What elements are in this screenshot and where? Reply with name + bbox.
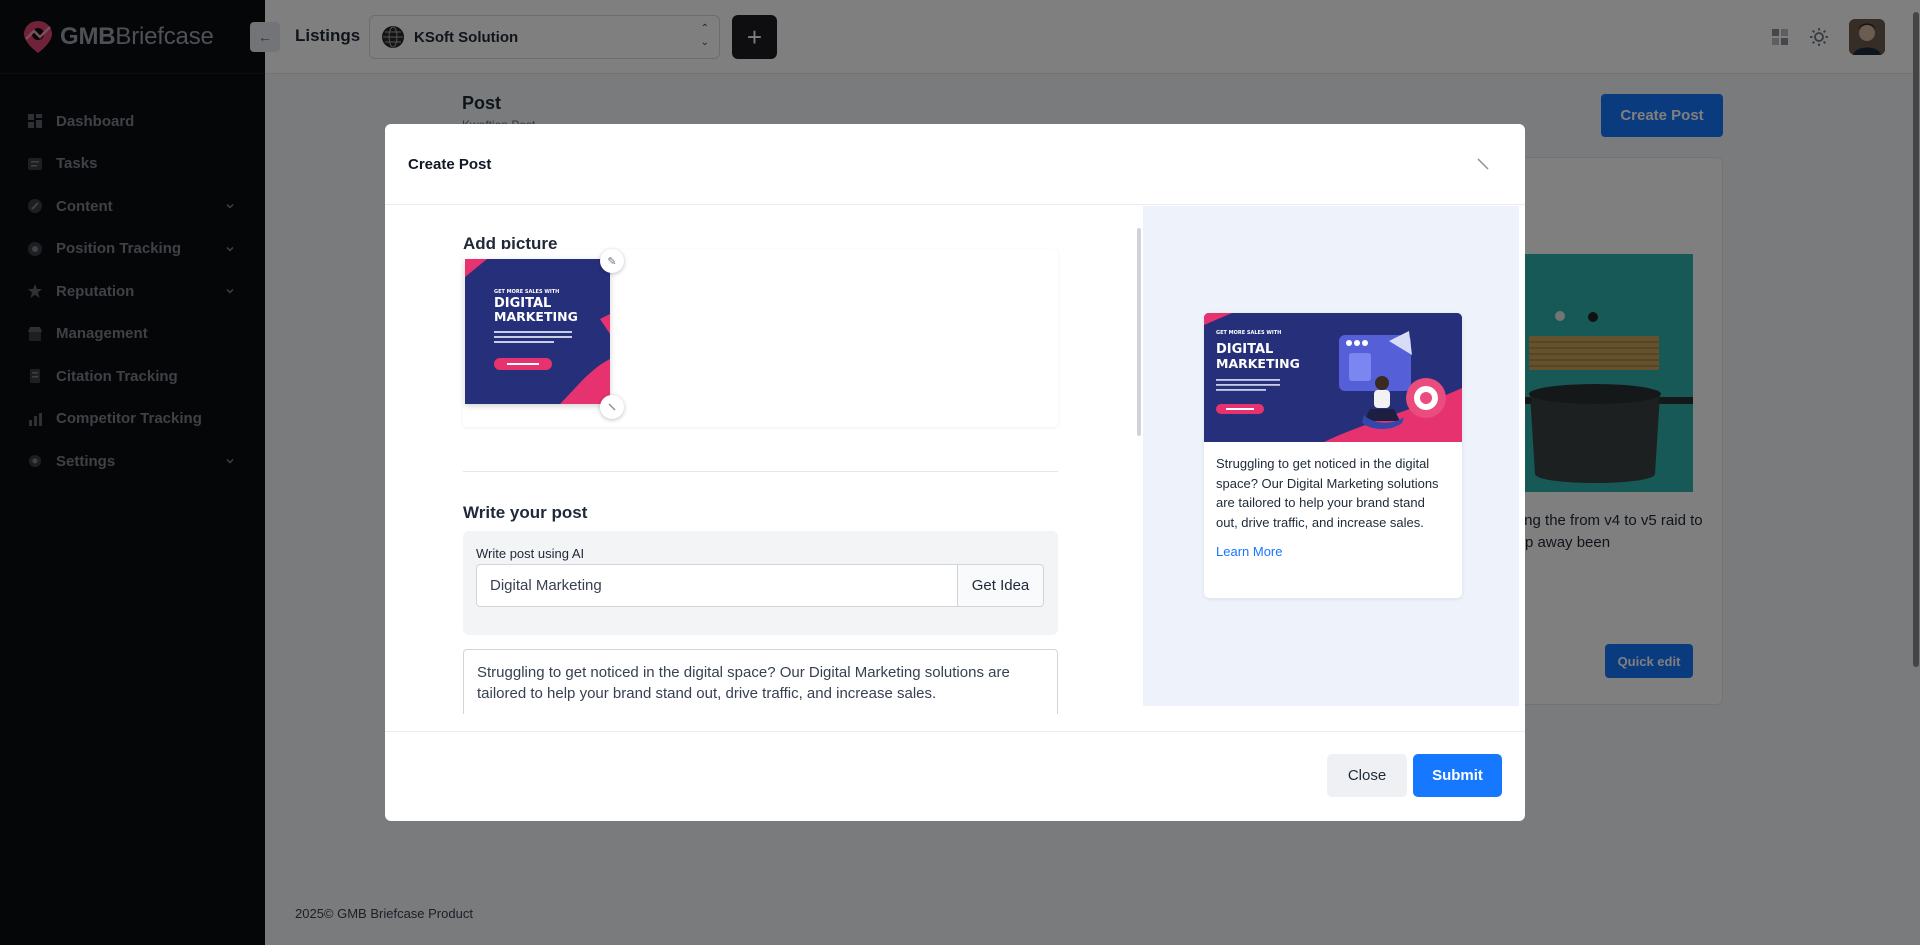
thumb-art-headline-2: MARKETING xyxy=(494,309,578,324)
modal-title: Create Post xyxy=(408,155,492,173)
preview-art-headline-1: DIGITAL xyxy=(1216,342,1273,357)
post-text-area[interactable]: Struggling to get noticed in the digital… xyxy=(463,649,1058,714)
remove-icon xyxy=(608,403,616,411)
picture-area[interactable]: GET MORE SALES WITH DIGITAL MARKETING ✎ xyxy=(463,249,1058,427)
modal-footer: Close Submit xyxy=(385,731,1525,821)
preview-art-small-line: GET MORE SALES WITH xyxy=(1216,330,1281,336)
get-idea-button[interactable]: Get Idea xyxy=(957,564,1044,607)
ai-writer-box: Write post using AI Digital Marketing Ge… xyxy=(463,531,1058,635)
preview-art-headline-2: MARKETING xyxy=(1216,356,1300,371)
thumb-art-small-line: GET MORE SALES WITH xyxy=(494,289,559,295)
post-preview-pane: GET MORE SALES WITH DIGITAL MARKETING St… xyxy=(1143,206,1519,706)
modal-body: Add picture GET MORE SALES WITH DIGITAL … xyxy=(385,206,1525,714)
post-preview-card: GET MORE SALES WITH DIGITAL MARKETING St… xyxy=(1204,313,1462,598)
editor-scrollbar-thumb[interactable] xyxy=(1137,228,1141,436)
close-icon[interactable] xyxy=(1475,156,1491,172)
modal-header: Create Post xyxy=(385,124,1525,205)
ai-topic-input[interactable]: Digital Marketing xyxy=(476,564,958,607)
editor-scrollbar[interactable] xyxy=(1136,216,1142,706)
remove-image-button[interactable] xyxy=(600,395,624,419)
create-post-modal: Create Post Add picture GET MORE SALES W… xyxy=(385,124,1525,821)
post-editor: Add picture GET MORE SALES WITH DIGITAL … xyxy=(463,206,1058,714)
edit-image-button[interactable]: ✎ xyxy=(600,249,624,273)
section-divider xyxy=(463,471,1058,472)
submit-button[interactable]: Submit xyxy=(1413,754,1502,797)
write-post-title: Write your post xyxy=(463,503,588,522)
learn-more-link[interactable]: Learn More xyxy=(1204,532,1462,571)
ai-writer-label: Write post using AI xyxy=(476,546,585,561)
preview-text: Struggling to get noticed in the digital… xyxy=(1216,456,1439,530)
close-button[interactable]: Close xyxy=(1327,754,1407,797)
pencil-icon: ✎ xyxy=(607,255,617,268)
post-image-thumbnail[interactable]: GET MORE SALES WITH DIGITAL MARKETING xyxy=(465,259,610,404)
preview-image: GET MORE SALES WITH DIGITAL MARKETING xyxy=(1204,313,1462,442)
